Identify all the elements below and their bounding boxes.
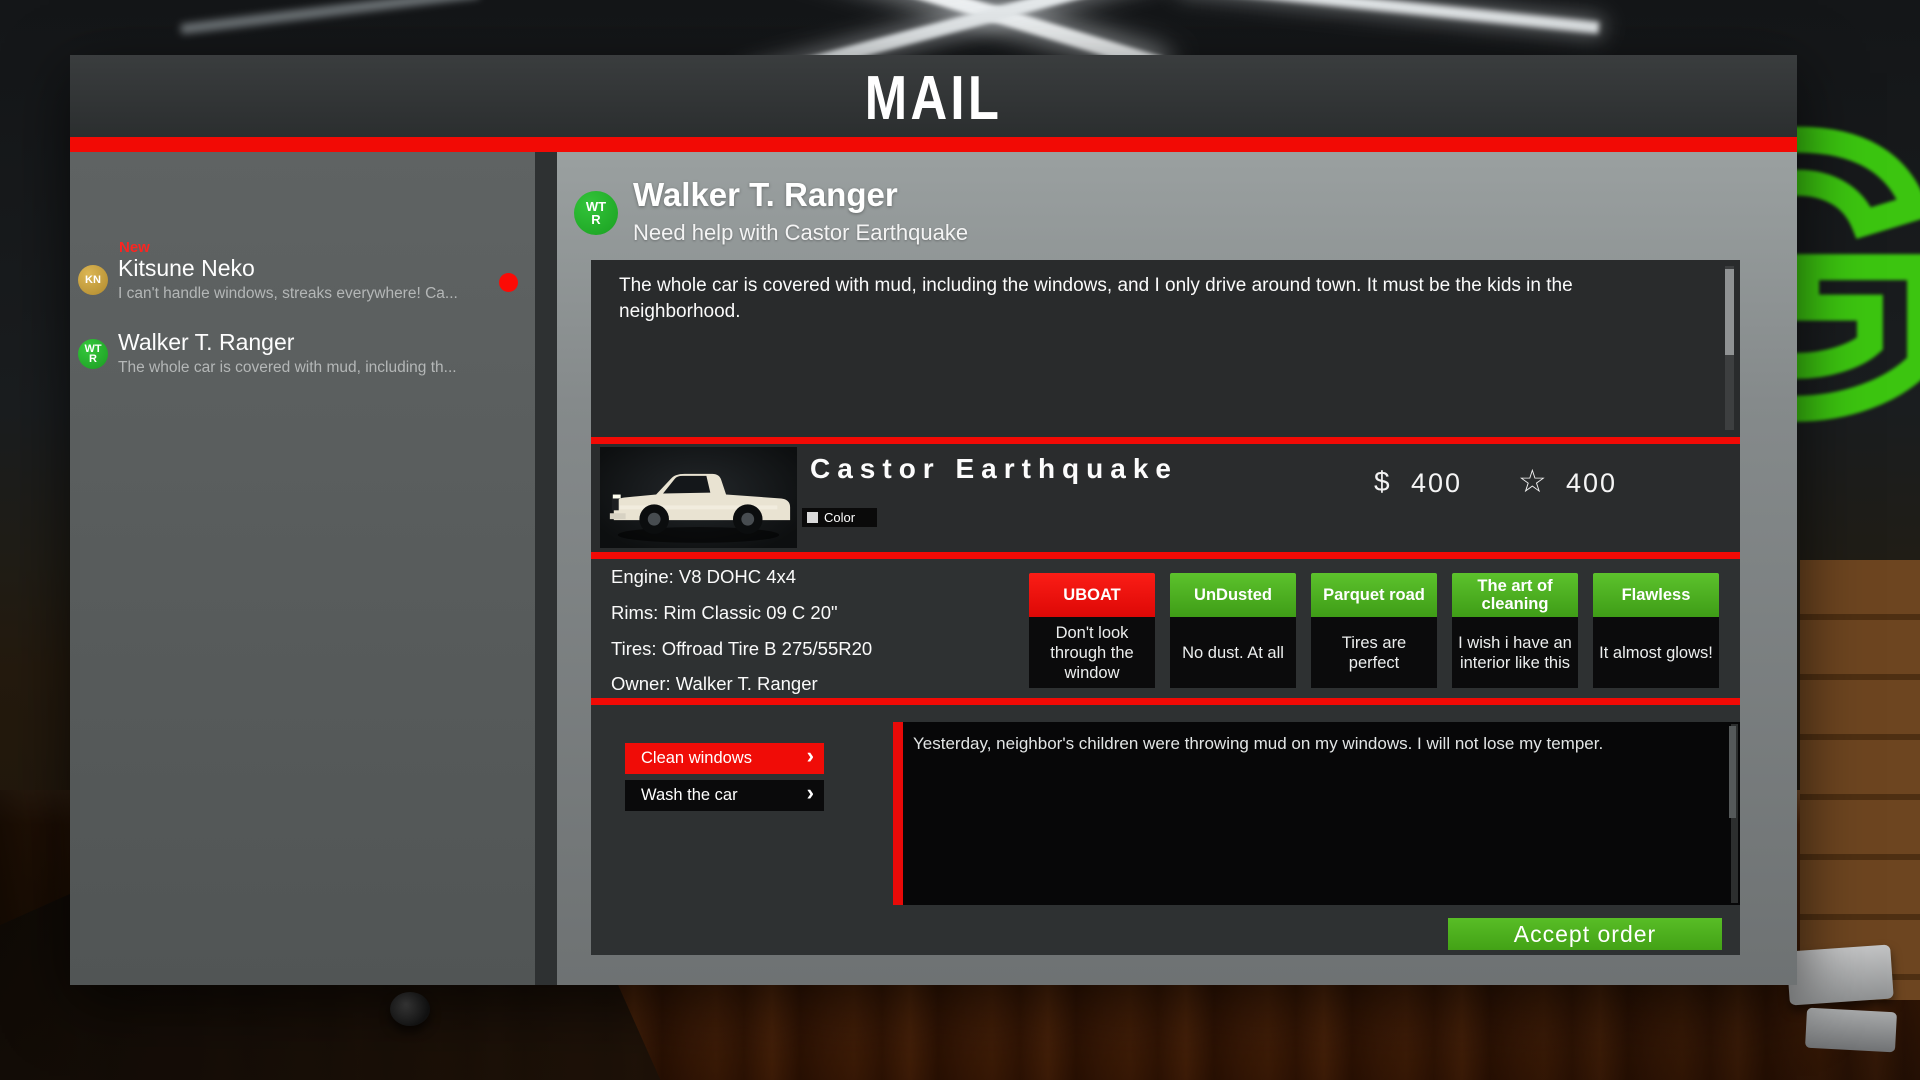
background-object <box>1805 1007 1897 1053</box>
window-header: MAIL <box>70 55 1797 137</box>
sender-avatar: WT R <box>574 191 618 235</box>
mail-sender-name: Walker T. Ranger <box>118 329 295 355</box>
avatar-initials: KN <box>85 274 101 286</box>
avatar-initials: R <box>89 353 97 365</box>
header-accent-bar <box>70 137 1797 152</box>
car-info-band: Castor Earthquake Color $ 400 ☆ 400 <box>591 444 1740 552</box>
task-label: Wash the car <box>641 786 738 804</box>
badge-comment: Don't look through the window <box>1029 617 1155 688</box>
badge-comment: No dust. At all <box>1170 617 1296 688</box>
order-note-text: Yesterday, neighbor's children were thro… <box>913 734 1604 753</box>
message-scrollbar-thumb[interactable] <box>1725 269 1734 355</box>
color-label: Color <box>824 510 856 525</box>
screen: G MAIL KN New Kitsune Neko I can't handl… <box>0 0 1920 1080</box>
rating-badges: UBOAT Don't look through the window UnDu… <box>1021 573 1740 688</box>
color-swatch <box>807 512 818 523</box>
divider-accent <box>591 552 1740 559</box>
sender-name: Walker T. Ranger <box>633 176 898 213</box>
message-scrollbar[interactable] <box>1725 266 1734 430</box>
divider-accent <box>591 437 1740 444</box>
chevron-right-icon: › <box>806 780 814 805</box>
badge-comment: Tires are perfect <box>1311 617 1437 688</box>
mail-window: MAIL KN New Kitsune Neko I can't handle … <box>70 55 1797 985</box>
detail-engine: Engine: V8 DOHC 4x4 <box>611 566 797 587</box>
unread-dot <box>499 273 518 292</box>
window-title: MAIL <box>864 64 1003 133</box>
star-icon: ☆ <box>1518 463 1547 499</box>
new-badge: New <box>119 239 150 256</box>
pickup-truck-image <box>609 473 791 543</box>
rating-badge-art-of-cleaning: The art of cleaning I wish i have an int… <box>1452 573 1578 688</box>
badge-title: UBOAT <box>1029 573 1155 617</box>
badge-title: Parquet road <box>1311 573 1437 617</box>
rating-badge-flawless: Flawless It almost glows! <box>1593 573 1719 688</box>
mail-preview: The whole car is covered with mud, inclu… <box>118 359 457 376</box>
order-note-box[interactable]: Yesterday, neighbor's children were thro… <box>893 722 1740 905</box>
detail-rims: Rims: Rim Classic 09 C 20" <box>611 602 838 623</box>
avatar-initials: R <box>591 212 601 227</box>
car-color-chip: Color <box>802 508 877 527</box>
note-scrollbar[interactable] <box>1729 724 1738 903</box>
mail-sender-name: Kitsune Neko <box>118 255 255 281</box>
message-body-text: The whole car is covered with mud, inclu… <box>619 275 1573 322</box>
car-name: Castor Earthquake <box>810 453 1178 484</box>
mail-subject: Need help with Castor Earthquake <box>633 220 969 245</box>
avatar: KN <box>78 265 108 295</box>
badge-title: The art of cleaning <box>1452 573 1578 617</box>
car-thumbnail <box>600 447 797 548</box>
counter-knob <box>390 992 430 1026</box>
badge-title: UnDusted <box>1170 573 1296 617</box>
message-body-area[interactable]: The whole car is covered with mud, inclu… <box>591 260 1740 437</box>
task-wash-the-car[interactable]: Wash the car › <box>625 780 824 811</box>
ceiling-light-strip <box>1180 0 1600 34</box>
mail-list-item-walker-ranger[interactable]: WT R Walker T. Ranger The whole car is c… <box>70 325 535 413</box>
money-reward-value: 400 <box>1411 468 1463 498</box>
chevron-right-icon: › <box>806 743 814 768</box>
task-label: Clean windows <box>641 749 752 767</box>
ceiling-light-strip <box>180 0 480 35</box>
wooden-crate <box>1800 560 1920 1000</box>
accept-order-button[interactable]: Accept order <box>1448 918 1722 950</box>
mail-content-box: The whole car is covered with mud, inclu… <box>591 260 1740 955</box>
mail-list: KN New Kitsune Neko I can't handle windo… <box>70 152 535 985</box>
badge-comment: It almost glows! <box>1593 617 1719 688</box>
note-scrollbar-thumb[interactable] <box>1729 726 1736 818</box>
reputation-reward-value: 400 <box>1566 468 1618 498</box>
dollar-icon: $ <box>1374 466 1390 497</box>
mail-preview: I can't handle windows, streaks everywhe… <box>118 285 458 302</box>
rating-badge-uboat: UBOAT Don't look through the window <box>1029 573 1155 688</box>
mail-detail-panel: WT R Walker T. Ranger Need help with Cas… <box>557 152 1797 985</box>
detail-tires: Tires: Offroad Tire B 275/55R20 <box>611 638 873 659</box>
divider-accent <box>591 698 1740 705</box>
task-list: Clean windows › Wash the car › <box>625 743 824 817</box>
detail-owner: Owner: Walker T. Ranger <box>611 673 818 694</box>
task-clean-windows[interactable]: Clean windows › <box>625 743 824 774</box>
rating-badge-undusted: UnDusted No dust. At all <box>1170 573 1296 688</box>
background-object <box>1786 944 1894 1006</box>
rating-badge-parquet-road: Parquet road Tires are perfect <box>1311 573 1437 688</box>
avatar: WT R <box>78 339 108 369</box>
badge-title: Flawless <box>1593 573 1719 617</box>
badge-comment: I wish i have an interior like this <box>1452 617 1578 688</box>
